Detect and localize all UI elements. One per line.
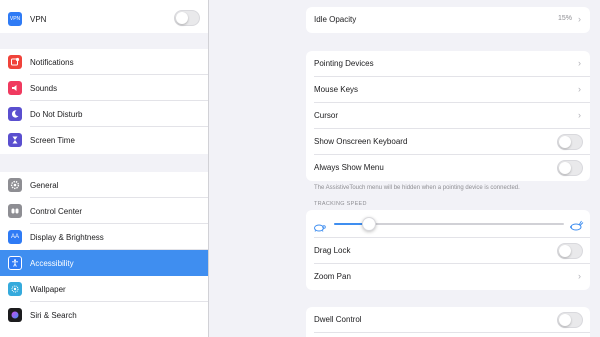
chevron-right-icon: ›	[578, 84, 581, 94]
accessibility-icon	[8, 256, 22, 270]
notifications-icon	[8, 55, 22, 69]
pointing-devices-card: Pointing Devices › Mouse Keys › Cursor ›…	[306, 51, 590, 181]
sidebar-item-label: Wallpaper	[30, 284, 66, 294]
sidebar-item-siri-search[interactable]: Siri & Search	[0, 302, 208, 328]
sidebar-item-label: Do Not Disturb	[30, 109, 83, 119]
tracking-speed-header: TRACKING SPEED	[314, 201, 367, 207]
sidebar-item-do-not-disturb[interactable]: Do Not Disturb	[0, 101, 208, 127]
sidebar-item-label: Accessibility	[30, 258, 74, 268]
sidebar-item-accessibility[interactable]: Accessibility	[0, 250, 208, 276]
drag-lock-row: Drag Lock	[306, 238, 590, 264]
zoom-pan-label: Zoom Pan	[314, 272, 351, 281]
chevron-right-icon: ›	[578, 110, 581, 120]
show-onscreen-keyboard-row: Show Onscreen Keyboard	[306, 129, 590, 155]
sidebar-group-notifications: Notifications Sounds Do Not Disturb Scre…	[0, 49, 208, 154]
rabbit-icon	[568, 218, 584, 236]
display-icon: AA	[8, 230, 22, 244]
always-show-menu-row: Always Show Menu	[306, 155, 590, 181]
wallpaper-icon	[8, 282, 22, 296]
vpn-toggle[interactable]	[174, 10, 200, 26]
sidebar-item-display-brightness[interactable]: AA Display & Brightness	[0, 224, 208, 250]
dwell-control-card: Dwell Control	[306, 307, 590, 337]
sidebar-item-label: Sounds	[30, 83, 58, 93]
sidebar-item-general[interactable]: General	[0, 172, 208, 198]
gear-icon	[8, 178, 22, 192]
always-show-menu-toggle[interactable]	[557, 160, 583, 176]
sidebar-item-label: Notifications	[30, 57, 74, 67]
pointing-devices-label: Pointing Devices	[314, 59, 374, 68]
tracking-speed-slider[interactable]	[361, 217, 376, 231]
sidebar-item-label: Control Center	[30, 206, 83, 216]
siri-icon	[8, 308, 22, 322]
sidebar-item-label: Siri & Search	[30, 310, 77, 320]
control-center-icon	[8, 204, 22, 218]
idle-opacity-label: Idle Opacity	[314, 15, 357, 24]
dwell-control-row: Dwell Control	[306, 307, 590, 333]
sidebar-item-vpn[interactable]: VPN VPN	[0, 6, 208, 32]
show-onscreen-keyboard-label: Show Onscreen Keyboard	[314, 137, 408, 146]
drag-lock-toggle[interactable]	[557, 243, 583, 259]
sidebar-item-notifications[interactable]: Notifications	[0, 49, 208, 75]
mouse-keys-label: Mouse Keys	[314, 85, 359, 94]
idle-opacity-value: 15%	[557, 15, 572, 22]
idle-opacity-row[interactable]: Idle Opacity 15% ›	[306, 7, 590, 33]
chevron-right-icon: ›	[578, 14, 581, 24]
dwell-control-label: Dwell Control	[314, 315, 362, 324]
settings-sidebar: VPN VPN Notifications Sounds Do Not Dist…	[0, 0, 209, 337]
sounds-icon	[8, 81, 22, 95]
tracking-speed-row	[306, 210, 590, 238]
sidebar-item-label: Screen Time	[30, 135, 75, 145]
mouse-keys-row[interactable]: Mouse Keys ›	[306, 77, 590, 103]
show-onscreen-keyboard-toggle[interactable]	[557, 134, 583, 150]
sidebar-item-label: Display & Brightness	[30, 232, 104, 242]
pointing-devices-row[interactable]: Pointing Devices ›	[306, 51, 590, 77]
cursor-label: Cursor	[314, 111, 339, 120]
sidebar-group-network: VPN VPN	[0, 0, 208, 33]
always-show-menu-label: Always Show Menu	[314, 163, 384, 172]
drag-lock-label: Drag Lock	[314, 246, 351, 255]
assistivetouch-settings: Idle Opacity 15% › Pointing Devices › Mo…	[209, 0, 600, 337]
sidebar-group-general: General Control Center AA Display & Brig…	[0, 172, 208, 337]
hourglass-icon	[8, 133, 22, 147]
moon-icon	[8, 107, 22, 121]
sidebar-item-label: General	[30, 180, 59, 190]
sidebar-item-sounds[interactable]: Sounds	[0, 75, 208, 101]
vpn-icon: VPN	[8, 12, 22, 26]
tracking-card: Drag Lock Zoom Pan ›	[306, 210, 590, 290]
sidebar-item-label: VPN	[30, 14, 47, 24]
turtle-icon	[312, 219, 326, 237]
cursor-row[interactable]: Cursor ›	[306, 103, 590, 129]
zoom-pan-row[interactable]: Zoom Pan ›	[306, 264, 590, 290]
sidebar-item-control-center[interactable]: Control Center	[0, 198, 208, 224]
dwell-control-toggle[interactable]	[557, 312, 583, 328]
idle-opacity-card: Idle Opacity 15% ›	[306, 7, 590, 33]
chevron-right-icon: ›	[578, 271, 581, 281]
pointing-device-note: The AssistiveTouch menu will be hidden w…	[314, 185, 520, 191]
sidebar-item-wallpaper[interactable]: Wallpaper	[0, 276, 208, 302]
chevron-right-icon: ›	[578, 58, 581, 68]
sidebar-item-screen-time[interactable]: Screen Time	[0, 127, 208, 153]
